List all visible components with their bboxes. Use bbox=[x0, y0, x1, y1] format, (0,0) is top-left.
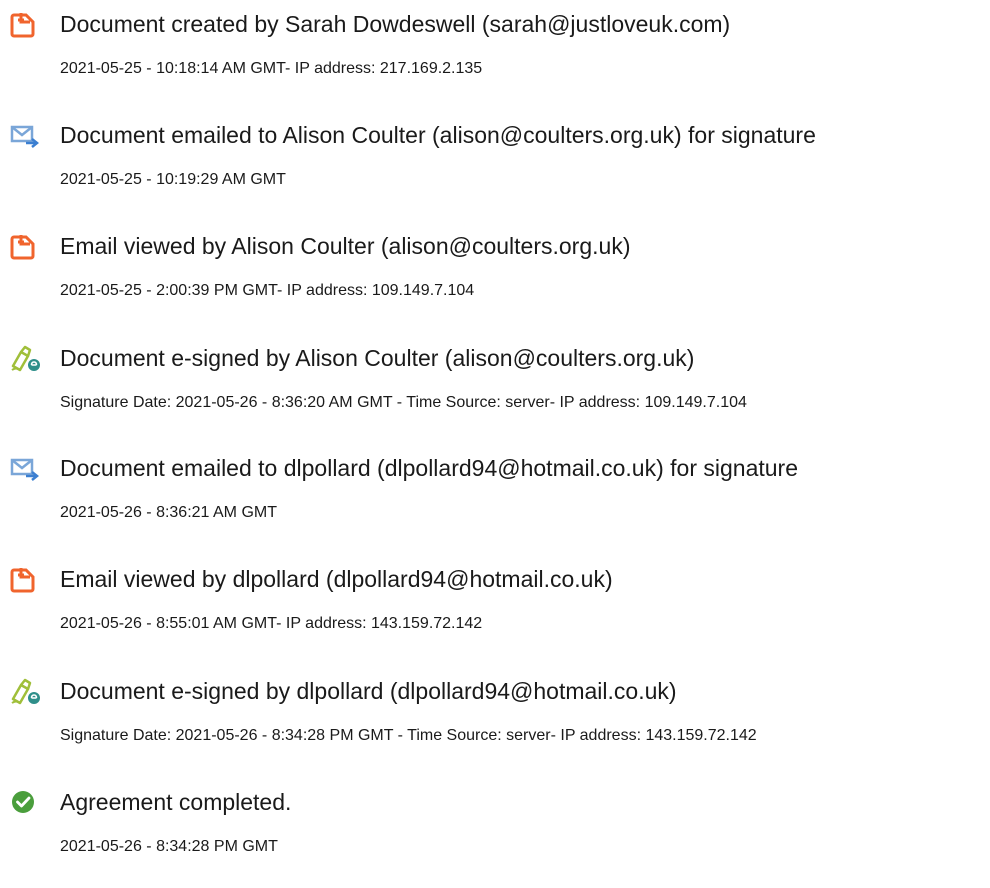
event-detail: 2021-05-26 - 8:36:21 AM GMT bbox=[60, 504, 277, 521]
history-event: Document e-signed by dlpollard (dlpollar… bbox=[0, 667, 990, 777]
event-title: Agreement completed. bbox=[60, 789, 292, 815]
event-title: Document emailed to Alison Coulter (alis… bbox=[60, 122, 816, 148]
document-emailed-icon bbox=[10, 121, 42, 149]
event-title: Email viewed by dlpollard (dlpollard94@h… bbox=[60, 566, 613, 592]
event-title: Document emailed to dlpollard (dlpollard… bbox=[60, 455, 798, 481]
e-signed-icon bbox=[10, 677, 42, 705]
event-detail: Signature Date: 2021-05-26 - 8:34:28 PM … bbox=[60, 727, 757, 744]
event-title: Email viewed by Alison Coulter (alison@c… bbox=[60, 233, 631, 259]
event-detail: 2021-05-25 - 10:19:29 AM GMT bbox=[60, 171, 286, 188]
history-event: Document emailed to dlpollard (dlpollard… bbox=[0, 444, 990, 554]
history-event: Email viewed by dlpollard (dlpollard94@h… bbox=[0, 555, 990, 665]
event-detail: 2021-05-25 - 2:00:39 PM GMT- IP address:… bbox=[60, 282, 475, 299]
event-detail: 2021-05-26 - 8:34:28 PM GMT bbox=[60, 838, 278, 855]
event-detail: Signature Date: 2021-05-26 - 8:36:20 AM … bbox=[60, 394, 747, 411]
event-title: Document e-signed by Alison Coulter (ali… bbox=[60, 345, 695, 371]
history-event: Email viewed by Alison Coulter (alison@c… bbox=[0, 222, 990, 332]
history-event: Document emailed to Alison Coulter (alis… bbox=[0, 111, 990, 221]
email-viewed-icon bbox=[10, 565, 42, 593]
event-title: Document e-signed by dlpollard (dlpollar… bbox=[60, 678, 677, 704]
history-event: Document e-signed by Alison Coulter (ali… bbox=[0, 334, 990, 444]
document-emailed-icon bbox=[10, 454, 42, 482]
event-detail: 2021-05-26 - 8:55:01 AM GMT- IP address:… bbox=[60, 615, 483, 632]
e-signed-icon bbox=[10, 344, 42, 372]
event-detail: 2021-05-25 - 10:18:14 AM GMT- IP address… bbox=[60, 60, 483, 77]
agreement-completed-icon bbox=[10, 788, 42, 816]
history-event: Agreement completed. 2021-05-26 - 8:34:2… bbox=[0, 778, 990, 888]
audit-history: Document created by Sarah Dowdeswell (sa… bbox=[0, 0, 990, 880]
document-created-icon bbox=[10, 10, 42, 38]
event-title: Document created by Sarah Dowdeswell (sa… bbox=[60, 11, 731, 37]
email-viewed-icon bbox=[10, 232, 42, 260]
history-event: Document created by Sarah Dowdeswell (sa… bbox=[0, 0, 990, 110]
